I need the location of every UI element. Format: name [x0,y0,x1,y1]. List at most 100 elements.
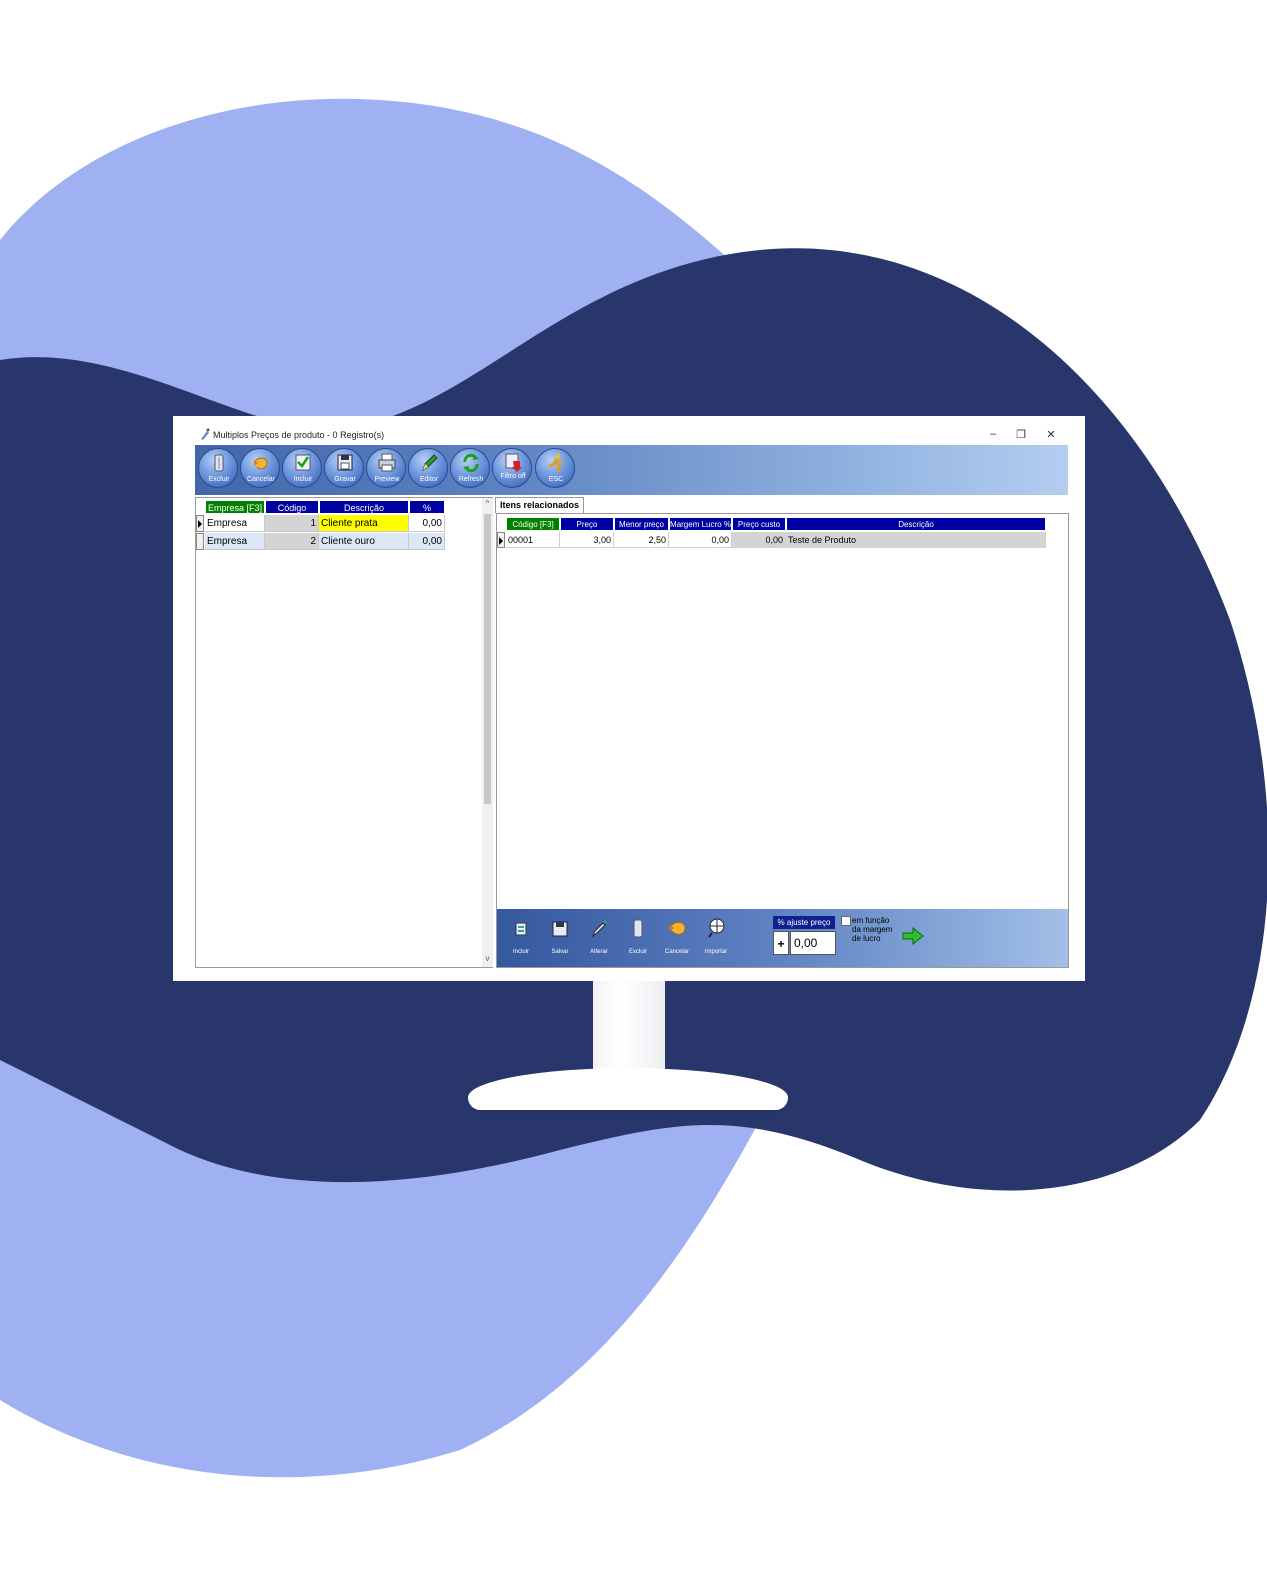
table-row-cell[interactable]: 0,00 [409,533,445,550]
margem-lucro-checkbox[interactable] [841,916,851,926]
col-codigo[interactable]: Código [F3] [506,517,560,531]
checkbox-label-line: da margem [852,925,893,934]
importar-label: Importar [704,949,728,955]
items-action-bar: Incluir Salvar Alterar Excluir Cancelar [497,909,1068,967]
floppy-icon [337,454,353,471]
cancelar-item-label: Cancelar [664,949,689,955]
cancelar-item-button[interactable]: Cancelar [661,917,693,957]
scroll-thumb[interactable] [484,514,491,804]
cancelar-button[interactable]: Cancelar [240,448,280,488]
importar-button[interactable]: Importar [700,917,732,957]
items-panel: Código [F3] Preço Menor preço Margem Luc… [496,513,1069,968]
globe-search-icon [708,918,725,938]
table-row-cell[interactable]: Empresa [205,533,265,550]
editor-button[interactable]: Editor [408,448,448,488]
table-row-cell[interactable]: Empresa [205,515,265,532]
refresh-button[interactable]: Refresh [450,448,490,488]
undo-hand-icon [669,921,686,935]
salvar-item-label: Salvar [551,949,569,955]
table-row-cell[interactable]: 00001 [506,532,560,548]
excluir-button[interactable]: Excluir [198,448,238,488]
check-icon [295,454,311,471]
table-row-cell[interactable]: 3,00 [560,532,614,548]
col-preco[interactable]: Preço [560,517,614,531]
apply-arrow-icon[interactable] [902,927,924,945]
table-row-cell[interactable]: 1 [265,515,319,532]
current-row-arrow [499,537,503,545]
table-row-cell[interactable]: 0,00 [669,532,732,548]
minimize-button[interactable]: – [985,428,1001,440]
alterar-item-label: Alterar [590,949,608,955]
scroll-down-arrow[interactable]: v [482,954,493,963]
vertical-scrollbar[interactable]: ^ v [482,498,493,967]
table-row-cell[interactable]: 0,00 [732,532,786,548]
esc-button[interactable]: ESC [535,448,575,488]
col-menor-preco[interactable]: Menor preço [614,517,669,531]
col-ajuste[interactable]: % ajuste [409,500,445,527]
table-row-cell[interactable]: 2,50 [614,532,669,548]
trash-icon [633,919,643,938]
col-preco-custo[interactable]: Preço custo [732,517,786,531]
ajuste-sign-toggle[interactable]: + [773,931,789,955]
ajuste-preco-input[interactable]: 0,00 [790,931,836,955]
cancelar-label: Cancelar [246,476,275,483]
title-bar: Multiplos Preços de produto - 0 Registro… [195,426,1075,444]
gravar-label: Gravar [334,476,356,483]
current-row-arrow [198,520,202,528]
floppy-icon [552,921,568,937]
excluir-item-button[interactable]: Excluir [622,917,654,957]
filtro-off-button[interactable]: Filtro off [492,448,532,488]
editor-label: Editor [419,476,439,483]
tab-itens-relacionados[interactable]: Itens relacionados [495,497,585,513]
filtro-off-label: Filtro off [500,473,526,480]
scroll-up-arrow[interactable]: ^ [482,499,493,508]
col-descricao-item[interactable]: Descrição [786,517,1046,531]
row-indicator [196,533,204,550]
table-row-cell[interactable]: 2 [265,533,319,550]
stage: Multiplos Preços de produto - 0 Registro… [0,0,1267,1572]
filter-icon [505,453,522,472]
toolbar: Excluir Cancelar Incluir Gravar Preview … [195,445,1068,495]
preview-button[interactable]: Preview [366,448,406,488]
alterar-item-button[interactable]: Alterar [583,917,615,957]
incluir-label: Incluir [293,476,313,483]
table-row-cell[interactable]: 0,00 [409,515,445,532]
ajuste-preco-label: % ajuste preço [773,916,835,929]
excluir-label: Excluir [208,476,230,483]
table-row-cell[interactable]: Cliente prata [319,515,409,532]
pen-icon [591,920,607,938]
col-margem-lucro[interactable]: Margem Lucro % [669,517,732,531]
row-indicator [196,515,204,532]
refresh-label: Refresh [458,476,484,483]
gravar-button[interactable]: Gravar [324,448,364,488]
col-empresa[interactable]: Empresa [F3] [205,500,265,514]
salvar-item-button[interactable]: Salvar [544,917,576,957]
checkbox-label-line: de lucro [852,934,881,943]
excluir-item-label: Excluir [628,949,647,955]
row-indicator [497,532,505,548]
esc-label: ESC [548,476,564,483]
window-title: Multiplos Preços de produto - 0 Registro… [213,430,385,440]
col-descricao[interactable]: Descrição [319,500,409,514]
table-row-cell[interactable]: Teste de Produto [786,532,1046,548]
new-document-icon [515,922,527,936]
monitor-stand-neck [593,979,665,1082]
monitor-screen: Multiplos Preços de produto - 0 Registro… [173,416,1085,981]
preview-label: Preview [374,476,400,483]
trash-icon [214,454,224,472]
margem-lucro-label: em função da margem de lucro [852,916,902,943]
price-table-panel: Empresa [F3] Código tabela Descrição % a… [195,497,493,968]
pencil-icon [422,454,438,472]
undo-hand-icon [254,457,268,470]
incluir-item-label: Incluir [512,949,529,955]
printer-icon [378,453,396,472]
table-row-cell[interactable]: Cliente ouro [319,533,409,550]
col-codigo-tabela[interactable]: Código tabela [265,500,319,527]
running-man-icon [548,453,563,473]
incluir-button[interactable]: Incluir [282,448,322,488]
close-button[interactable]: ✕ [1043,428,1059,441]
app-icon [201,428,210,440]
restore-button[interactable]: ❐ [1013,428,1029,441]
incluir-item-button[interactable]: Incluir [505,917,537,957]
checkbox-label-line: em função [852,916,890,925]
